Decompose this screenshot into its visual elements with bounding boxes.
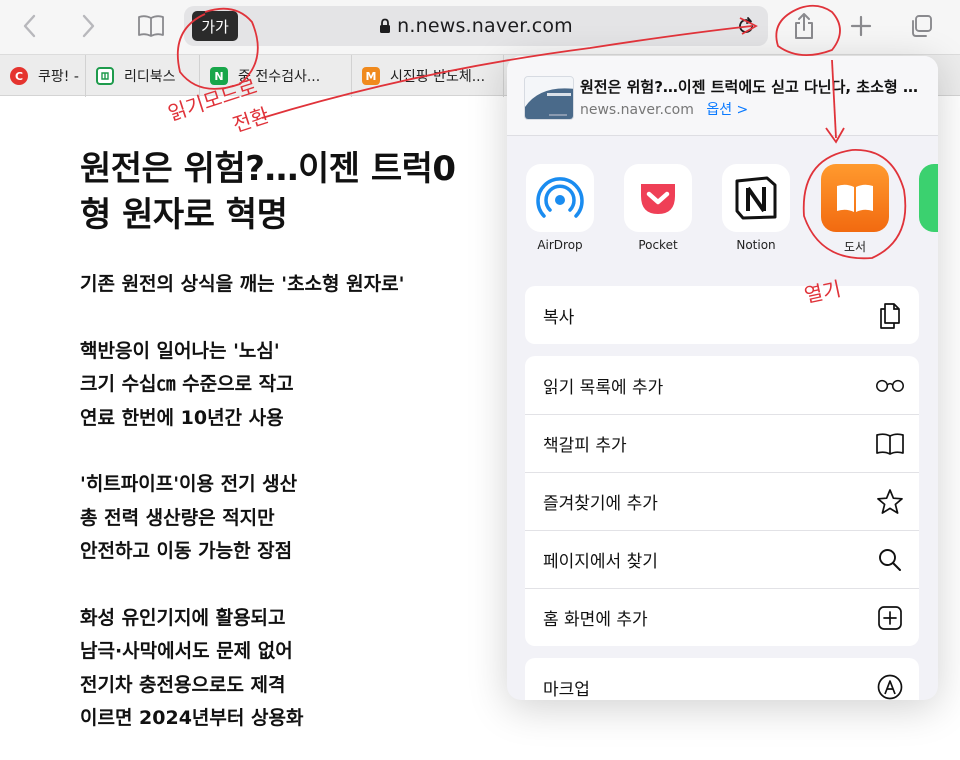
chevron-right-icon <box>82 14 95 38</box>
app-label: 도서 <box>843 240 867 254</box>
tab-overview-button[interactable] <box>903 8 939 44</box>
action-label: 즐겨찾기에 추가 <box>543 494 658 514</box>
reload-icon <box>739 17 753 33</box>
action-label: 읽기 목록에 추가 <box>543 377 664 398</box>
tabs-icon <box>912 15 932 37</box>
app-label: AirDrop <box>537 238 583 252</box>
back-button[interactable] <box>12 8 48 44</box>
plus-icon <box>850 15 872 37</box>
books-icon <box>821 164 889 232</box>
action-label: 책갈피 추가 <box>543 436 627 456</box>
action-label: 홈 화면에 추가 <box>543 610 648 630</box>
reload-button[interactable] <box>734 14 758 38</box>
star-icon <box>875 487 905 517</box>
action-label: 복사 <box>543 307 575 328</box>
copy-icon <box>875 300 905 330</box>
bookmarks-button[interactable] <box>133 8 169 44</box>
markup-pen-icon <box>875 672 905 700</box>
share-button[interactable] <box>786 8 822 44</box>
share-sheet: 원전은 위험?…이젠 트럭에도 싣고 다닌다, 초소형 원자로 혁명 news.… <box>507 56 938 700</box>
chevron-left-icon <box>23 14 36 38</box>
share-sheet-domain: news.naver.com <box>580 102 694 118</box>
share-app-pocket[interactable]: Pocket <box>623 164 693 252</box>
airdrop-icon <box>526 164 594 232</box>
url-display: n.news.naver.com <box>184 6 768 46</box>
share-icon <box>795 13 813 39</box>
app-label: N <box>918 238 938 252</box>
add-to-home-screen-action[interactable]: 홈 화면에 추가 <box>525 588 919 646</box>
action-label: 페이지에서 찾기 <box>543 552 658 572</box>
add-to-reading-list-action[interactable]: 읽기 목록에 추가 <box>525 356 919 414</box>
copy-group: 복사 <box>525 286 919 344</box>
share-options-link[interactable]: 옵션 > <box>706 102 748 118</box>
tab-label: 쿠팡! - ! <box>38 69 86 85</box>
ridibooks-favicon-icon <box>96 67 114 85</box>
action-label: 마크업 <box>543 679 590 700</box>
tab-article[interactable]: M 시진핑 반도체... <box>352 55 504 97</box>
share-sheet-header: 원전은 위험?…이젠 트럭에도 싣고 다닌다, 초소형 원자로 혁명 news.… <box>507 56 938 136</box>
find-on-page-action[interactable]: 페이지에서 찾기 <box>525 530 919 588</box>
search-icon <box>875 545 905 575</box>
page-thumbnail <box>524 76 574 120</box>
share-sheet-domain-line: news.naver.com 옵션 > <box>580 99 748 119</box>
tab-coupang[interactable]: C 쿠팡! - ! <box>0 55 86 97</box>
tab-ridibooks[interactable]: 리디북스 <box>86 55 200 97</box>
share-app-airdrop[interactable]: AirDrop <box>525 164 595 252</box>
book-icon <box>138 15 164 37</box>
add-favorite-action[interactable]: 즐겨찾기에 추가 <box>525 472 919 530</box>
url-text: n.news.naver.com <box>397 15 573 37</box>
add-bookmark-action[interactable]: 책갈피 추가 <box>525 414 919 472</box>
share-app-partial[interactable]: N <box>918 164 938 252</box>
forward-button[interactable] <box>70 8 106 44</box>
browser-toolbar: 가가 n.news.naver.com <box>0 0 960 54</box>
actions-group: 읽기 목록에 추가 책갈피 추가 즐겨찾기에 추가 페이지에서 찾기 홈 화면에… <box>525 356 919 646</box>
coupang-favicon-icon: C <box>10 67 28 85</box>
markup-action[interactable]: 마크업 <box>525 658 919 700</box>
glasses-icon <box>875 370 905 400</box>
markup-group: 마크업 <box>525 658 919 700</box>
app-icon <box>919 164 938 232</box>
app-label: Pocket <box>638 238 678 252</box>
address-bar[interactable]: 가가 n.news.naver.com <box>184 6 768 46</box>
share-app-notion[interactable]: Notion <box>721 164 791 252</box>
lock-icon <box>379 18 391 34</box>
share-sheet-title: 원전은 위험?…이젠 트럭에도 싣고 다닌다, 초소형 원자로 혁명 <box>580 78 926 96</box>
book-icon <box>875 429 905 459</box>
share-app-row: AirDrop Pocket Notion 도서 N <box>507 164 938 260</box>
tab-label: 시진핑 반도체... <box>390 69 486 85</box>
tab-label: 리디북스 <box>124 69 176 85</box>
app-label: Notion <box>736 238 776 252</box>
copy-action[interactable]: 복사 <box>525 286 919 344</box>
notion-icon <box>722 164 790 232</box>
m-favicon-icon: M <box>362 67 380 85</box>
share-app-books[interactable]: 도서 <box>820 164 890 255</box>
add-square-icon <box>875 603 905 633</box>
new-tab-button[interactable] <box>843 8 879 44</box>
pocket-icon <box>624 164 692 232</box>
